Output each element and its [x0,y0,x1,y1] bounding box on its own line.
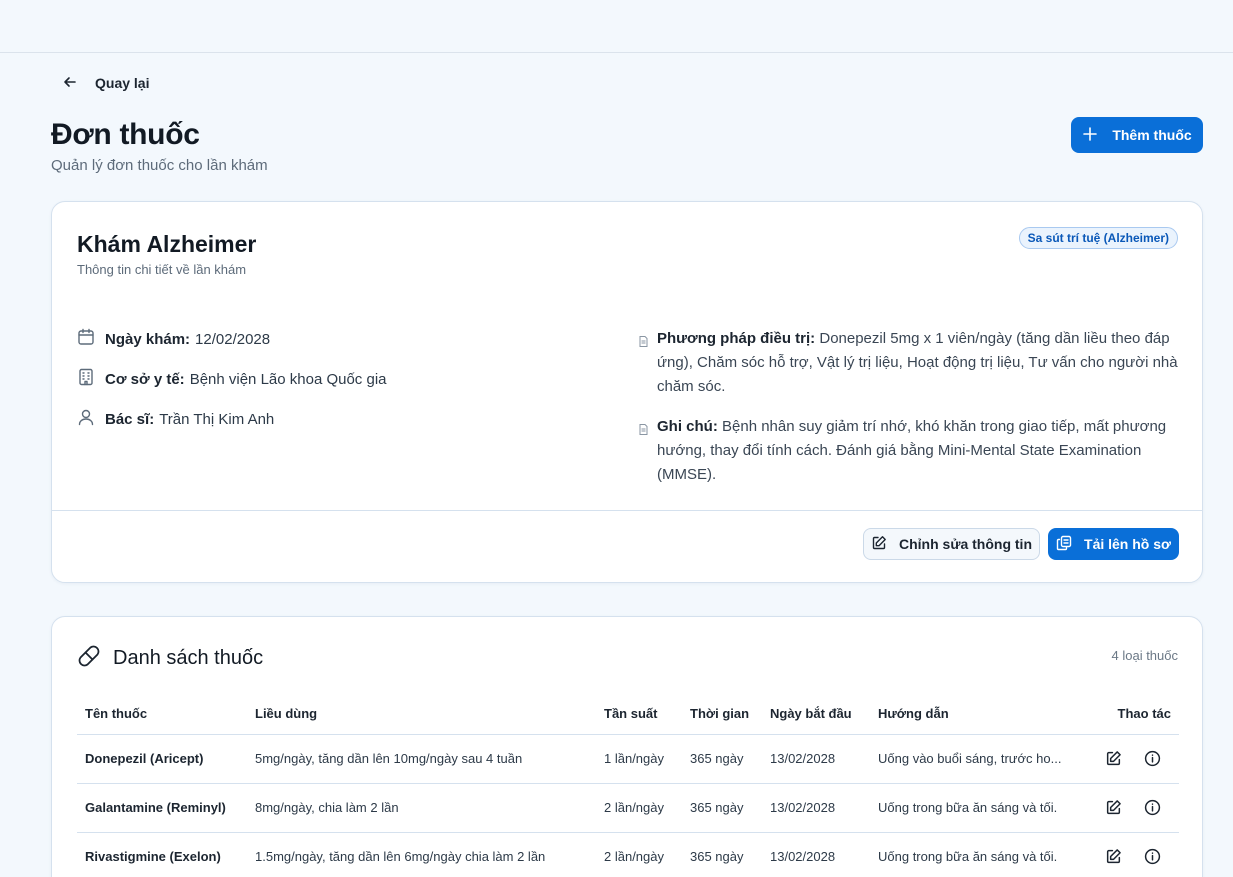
note-text: Ghi chú: Bệnh nhân suy giảm trí nhớ, khó… [657,415,1179,487]
note-label: Ghi chú: [657,418,718,435]
add-medication-button[interactable]: Thêm thuốc [1071,117,1203,153]
doctor-label: Bác sĩ: [105,410,155,428]
edit-icon[interactable] [1105,750,1122,767]
medication-duration: 365 ngày [682,783,762,833]
column-header: Thời gian [682,693,762,735]
medication-list-header: Danh sách thuốc [77,644,263,673]
top-bar [0,0,1233,53]
exam-date-row: Ngày khám: 12/02/2028 [77,327,597,351]
document-icon [639,327,657,399]
row-actions [1079,783,1179,833]
facility-value: Bệnh viện Lão khoa Quốc gia [189,370,387,388]
document-icon [639,415,657,487]
exam-date-value: 12/02/2028 [195,330,271,348]
add-button-label: Thêm thuốc [1112,127,1192,143]
info-icon[interactable] [1144,799,1161,816]
medication-frequency: 2 lần/ngày [596,832,682,877]
column-header: Liều dùng [247,693,596,735]
medication-dose: 1.5mg/ngày, tăng dần lên 6mg/ngày chia l… [247,832,596,877]
plus-icon [1082,126,1098,145]
exam-details-left: Ngày khám: 12/02/2028 Cơ sở y tế: Bệnh v… [77,327,597,447]
medication-list-title: Danh sách thuốc [113,647,264,669]
upload-record-button[interactable]: Tải lên hồ sơ [1048,528,1179,560]
column-header: Tần suất [596,693,682,735]
table-row: Galantamine (Reminyl) 8mg/ngày, chia làm… [77,783,1179,833]
edit-icon [871,535,887,554]
medication-frequency: 1 lần/ngày [596,734,682,784]
medication-name: Rivastigmine (Exelon) [77,832,247,877]
medication-guide: Uống trong bữa ăn sáng và tối. [870,783,1079,833]
doctor-row: Bác sĩ: Trần Thị Kim Anh [77,407,597,431]
column-header: Tên thuốc [77,693,247,735]
column-header: Hướng dẫn [870,693,1079,735]
building-icon [77,368,105,390]
medication-start-date: 13/02/2028 [762,832,870,877]
table-header-row: Tên thuốc Liều dùng Tần suất Thời gian N… [77,693,1179,735]
exam-info-card: Khám Alzheimer Thông tin chi tiết về lần… [51,201,1203,583]
calendar-icon [77,328,105,350]
exam-subtitle: Thông tin chi tiết về lần khám [77,262,247,277]
diagnosis-badge: Sa sút trí tuệ (Alzheimer) [1018,227,1178,249]
facility-label: Cơ sở y tế: [105,370,185,388]
table-row: Rivastigmine (Exelon) 1.5mg/ngày, tăng d… [77,832,1179,877]
edit-button-label: Chỉnh sửa thông tin [898,536,1032,552]
medication-guide: Uống trong bữa ăn sáng và tối. [870,832,1079,877]
exam-date-label: Ngày khám: [105,330,191,348]
info-icon[interactable] [1144,750,1161,767]
back-link[interactable]: Quay lại [62,73,149,93]
page-title: Đơn thuốc [51,118,200,151]
medication-count: 4 loại thuốc [1111,648,1179,663]
medication-table: Tên thuốc Liều dùng Tần suất Thời gian N… [77,693,1179,877]
medication-name: Donepezil (Aricept) [77,734,247,784]
back-label: Quay lại [95,75,150,91]
upload-button-label: Tải lên hồ sơ [1084,536,1171,552]
medication-dose: 8mg/ngày, chia làm 2 lần [247,783,596,833]
row-actions [1079,832,1179,877]
medication-start-date: 13/02/2028 [762,783,870,833]
edit-icon[interactable] [1105,799,1122,816]
medication-duration: 365 ngày [682,734,762,784]
pill-icon [77,644,101,673]
edit-info-button[interactable]: Chỉnh sửa thông tin [863,528,1040,560]
row-actions [1079,734,1179,784]
user-icon [77,408,105,430]
treatment-block: Phương pháp điều trị: Donepezil 5mg x 1 … [639,327,1179,399]
info-icon[interactable] [1144,848,1161,865]
facility-row: Cơ sở y tế: Bệnh viện Lão khoa Quốc gia [77,367,597,391]
table-row: Donepezil (Aricept) 5mg/ngày, tăng dần l… [77,734,1179,784]
medication-start-date: 13/02/2028 [762,734,870,784]
note-block: Ghi chú: Bệnh nhân suy giảm trí nhớ, khó… [639,415,1179,487]
divider [52,510,1202,511]
column-header: Ngày bắt đầu [762,693,870,735]
medication-dose: 5mg/ngày, tăng dần lên 10mg/ngày sau 4 t… [247,734,596,784]
page-subtitle: Quản lý đơn thuốc cho lần khám [51,157,268,174]
edit-icon[interactable] [1105,848,1122,865]
treatment-label: Phương pháp điều trị: [657,330,816,347]
column-header: Thao tác [1079,693,1179,735]
doctor-value: Trần Thị Kim Anh [159,410,275,428]
copy-icon [1056,535,1072,554]
medication-list-card: Danh sách thuốc 4 loại thuốc Tên thuốc L… [51,616,1203,877]
exam-details-right: Phương pháp điều trị: Donepezil 5mg x 1 … [639,327,1179,503]
exam-title: Khám Alzheimer [77,231,257,257]
arrow-left-icon [62,74,78,93]
note-value: Bệnh nhân suy giảm trí nhớ, khó khăn tro… [657,418,1167,483]
medication-duration: 365 ngày [682,832,762,877]
medication-guide: Uống vào buổi sáng, trước ho... [870,734,1079,784]
medication-name: Galantamine (Reminyl) [77,783,247,833]
medication-frequency: 2 lần/ngày [596,783,682,833]
treatment-text: Phương pháp điều trị: Donepezil 5mg x 1 … [657,327,1179,399]
